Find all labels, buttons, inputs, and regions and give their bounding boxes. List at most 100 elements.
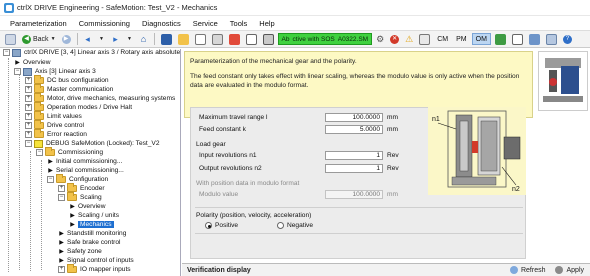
radio-checked-icon[interactable]: [205, 222, 212, 229]
polarity-negative-radio[interactable]: Negative: [277, 222, 313, 229]
arrow-icon: ▶: [48, 168, 53, 174]
nav-menu-button[interactable]: ▼: [96, 33, 108, 46]
menu-commissioning[interactable]: Commissioning: [73, 19, 136, 28]
tree-root-label: ctrlX DRIVE [3, 4] Linear axis 3 / Rotar…: [24, 49, 181, 56]
tree-item-error-reaction[interactable]: + Error reaction: [25, 129, 87, 139]
feed-constant-input[interactable]: 5.0000: [325, 125, 383, 134]
help-icon: ?: [562, 34, 572, 44]
save-button[interactable]: [159, 33, 174, 46]
reset-button[interactable]: ✕: [388, 33, 401, 46]
chevron-down-icon: ▼: [50, 36, 56, 42]
tree-item-scaling-units[interactable]: ▶ Scaling / units: [69, 211, 119, 220]
tree-item-mechanics[interactable]: ▶ Mechanics: [69, 220, 114, 229]
expand-icon[interactable]: +: [25, 131, 32, 138]
nav-back-blue-button[interactable]: ◂: [82, 33, 94, 46]
expand-icon[interactable]: +: [25, 122, 32, 129]
expand-icon[interactable]: +: [25, 95, 32, 102]
folder-icon: [56, 174, 66, 183]
label-n2: n2: [512, 186, 520, 193]
tree-item-operation-modes[interactable]: + Operation modes / Drive Halt: [25, 102, 132, 112]
expand-icon[interactable]: +: [58, 266, 65, 273]
navigation-tree: − ctrlX DRIVE [3, 4] Linear axis 3 / Rot…: [0, 49, 181, 276]
layout-button[interactable]: [544, 33, 559, 46]
tree-item-label: Overview: [78, 203, 106, 210]
eraser-icon: [419, 33, 431, 45]
home-button[interactable]: ⌂: [138, 33, 150, 46]
tree-item-initial-commissioning[interactable]: ▶ Initial commissioning...: [47, 157, 122, 166]
tree-item-label: Axis [3] Linear axis 3: [35, 68, 96, 75]
polarity-positive-radio[interactable]: Positive: [205, 222, 238, 229]
list-button[interactable]: [510, 33, 525, 46]
collapse-icon[interactable]: −: [47, 176, 54, 183]
radio-unchecked-icon[interactable]: [277, 222, 284, 229]
menu-parameterization[interactable]: Parameterization: [4, 19, 73, 28]
tree-item-overview[interactable]: ▶ Overview: [14, 58, 50, 67]
tree-item-label: Scaling / units: [78, 212, 120, 219]
max-travel-input[interactable]: 100.0000: [325, 113, 383, 122]
menu-service[interactable]: Service: [187, 19, 224, 28]
forward-button[interactable]: ▶: [60, 33, 73, 46]
menu-tools[interactable]: Tools: [224, 19, 254, 28]
load-gear-title: Load gear: [196, 141, 226, 148]
gear-button[interactable]: ⚙: [374, 33, 386, 46]
main-content: Parameterization of the mechanical gear …: [182, 49, 590, 276]
mode-pm-toggle[interactable]: PM: [453, 33, 470, 45]
collapse-icon[interactable]: −: [14, 68, 21, 75]
collapse-icon[interactable]: −: [25, 140, 32, 147]
back-button[interactable]: ◀ Back ▼: [20, 33, 58, 46]
tree-item-axis[interactable]: − Axis [3] Linear axis 3: [14, 67, 96, 76]
tree-root[interactable]: − ctrlX DRIVE [3, 4] Linear axis 3 / Rot…: [3, 49, 180, 57]
layout-icon: [545, 33, 557, 45]
list-icon: [511, 33, 523, 45]
open-button[interactable]: [176, 33, 191, 46]
tree-item-encoder[interactable]: + Encoder: [58, 183, 105, 193]
print-button[interactable]: [210, 33, 225, 46]
compare-button[interactable]: [527, 33, 542, 46]
collapse-icon[interactable]: −: [36, 149, 43, 156]
verification-title: Verification display: [187, 266, 251, 274]
refresh-icon: [509, 266, 518, 274]
grid-icon[interactable]: [3, 33, 18, 46]
menu-diagnostics[interactable]: Diagnostics: [136, 19, 187, 28]
input-revolutions-input[interactable]: 1: [325, 151, 383, 160]
collapse-icon[interactable]: −: [58, 194, 65, 201]
tree-item-configuration[interactable]: − Configuration: [47, 174, 108, 184]
expand-icon[interactable]: +: [25, 104, 32, 111]
tree-item-scaling[interactable]: − Scaling: [58, 192, 102, 202]
folder-icon: [34, 111, 44, 120]
mode-cm-toggle[interactable]: CM: [434, 33, 451, 45]
mode-clear-button[interactable]: [417, 33, 432, 46]
refresh-button[interactable]: Refresh: [506, 266, 550, 274]
monitor-button[interactable]: [493, 33, 508, 46]
safety-button[interactable]: ⚠: [403, 33, 415, 46]
tree-item-label: Encoder: [80, 185, 105, 192]
tree-item-commissioning[interactable]: − Commissioning: [36, 147, 103, 157]
nav-forward-blue-button[interactable]: ▸: [110, 33, 122, 46]
help-button[interactable]: ?: [561, 33, 574, 46]
expand-icon[interactable]: +: [25, 77, 32, 84]
tree-item-scaling-overview[interactable]: ▶ Overview: [69, 202, 105, 211]
table-button[interactable]: [244, 33, 259, 46]
toolbar-divider: [76, 33, 78, 45]
tree-guide-line: [8, 58, 9, 272]
expand-icon[interactable]: +: [58, 185, 65, 192]
folder-icon: [67, 192, 77, 201]
tree-item-io-mapper[interactable]: + IO mapper inputs: [58, 264, 131, 274]
expand-icon[interactable]: +: [25, 86, 32, 93]
home-icon: ⌂: [140, 34, 147, 44]
tree-item-standstill[interactable]: ▶ Standstill monitoring: [58, 229, 126, 238]
mode-om-toggle[interactable]: OM: [471, 33, 491, 45]
tree-item-label: DC bus configuration: [47, 77, 109, 84]
menu-help[interactable]: Help: [253, 19, 280, 28]
tree-item-motor[interactable]: + Motor, drive mechanics, measuring syst…: [25, 93, 175, 103]
apply-button[interactable]: Apply: [551, 266, 588, 274]
output-revolutions-input[interactable]: 1: [325, 164, 383, 173]
copy-button[interactable]: [193, 33, 208, 46]
tree-item-safe-brake[interactable]: ▶ Safe brake control: [58, 238, 120, 247]
nav-forward-menu-button[interactable]: ▼: [124, 33, 136, 46]
collapse-icon[interactable]: −: [3, 49, 10, 56]
expand-icon[interactable]: +: [25, 113, 32, 120]
drive-button[interactable]: [261, 33, 276, 46]
tree-item-safety-zone[interactable]: ▶ Safety zone: [58, 247, 102, 256]
wizard-button[interactable]: [227, 33, 242, 46]
